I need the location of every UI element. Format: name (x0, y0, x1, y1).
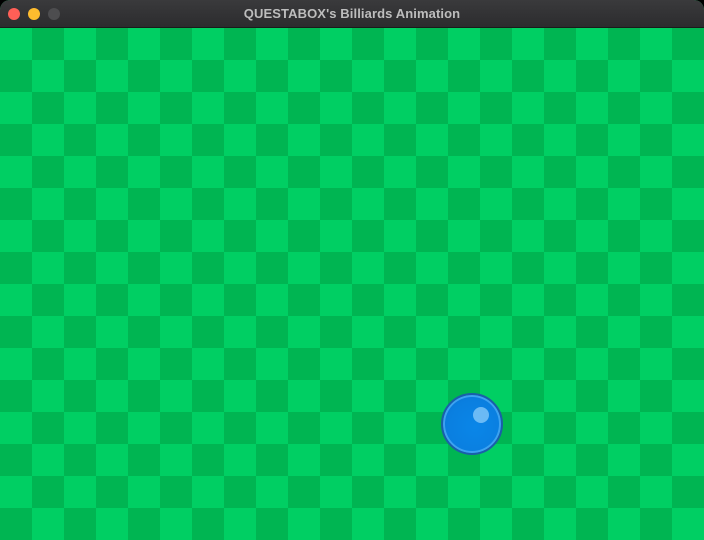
billiard-ball[interactable] (441, 393, 503, 455)
billiards-table[interactable] (0, 28, 704, 540)
window-title: QUESTABOX's Billiards Animation (243, 6, 461, 21)
ball-highlight (473, 407, 489, 423)
title-bar[interactable]: QUESTABOX's Billiards Animation (0, 0, 704, 28)
app-window: QUESTABOX's Billiards Animation (0, 0, 704, 540)
